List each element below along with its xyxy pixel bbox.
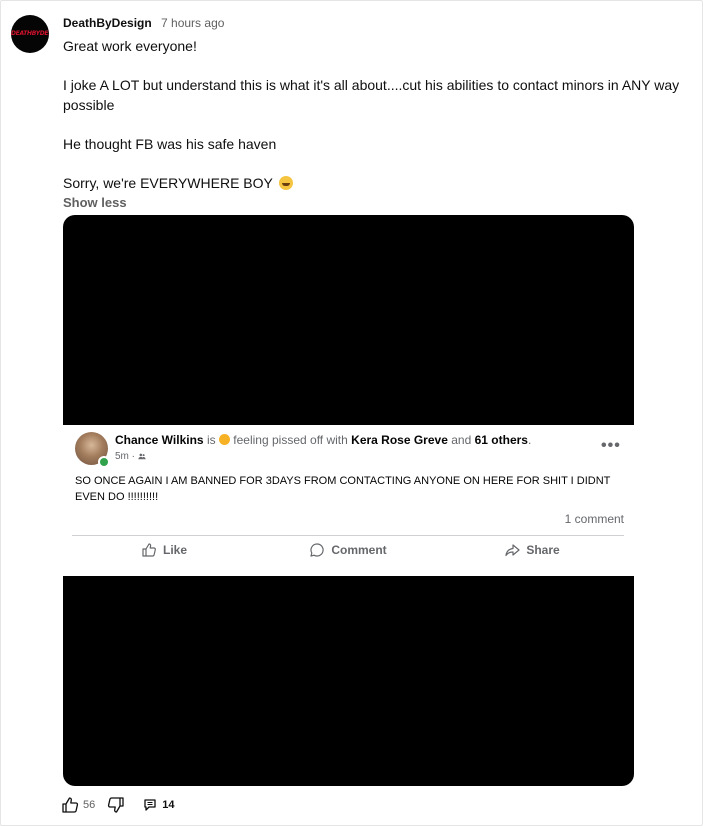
share-arrow-icon <box>505 544 520 557</box>
fb-share-label: Share <box>526 543 560 557</box>
comment-icon <box>144 799 156 811</box>
replies-button[interactable]: 14 <box>143 798 175 812</box>
avatar-logo: DEATHBYDESIGN <box>11 30 49 37</box>
fb-like-button: Like <box>72 537 256 563</box>
laughing-crying-emoji-icon <box>278 176 293 190</box>
show-less-button[interactable]: Show less <box>63 195 127 210</box>
thumbs-down-icon[interactable] <box>107 796 125 814</box>
comment-paragraph-text: Sorry, we're EVERYWHERE BOY <box>63 175 273 191</box>
fb-share-button: Share <box>440 537 624 563</box>
fb-post-meta: 5m · <box>115 451 146 462</box>
fb-like-label: Like <box>162 543 187 557</box>
comment-paragraph: Sorry, we're EVERYWHERE BOY <box>63 173 699 193</box>
angry-face-emoji-icon <box>218 434 230 445</box>
fb-poster-name: Chance Wilkins <box>115 433 204 447</box>
comment-paragraph: Great work everyone! <box>63 38 197 54</box>
fb-others-text: 61 others <box>474 433 528 447</box>
fb-feeling-text: feeling pissed off with <box>233 433 348 447</box>
comment-header: DeathByDesign 7 hours ago <box>63 16 224 30</box>
friends-icon <box>138 453 146 460</box>
comment-paragraph: I joke A LOT but understand this is what… <box>63 77 680 113</box>
comment-paragraph: He thought FB was his safe haven <box>63 136 277 152</box>
attached-image[interactable]: Chance Wilkins is feeling pissed off wit… <box>63 215 634 786</box>
fb-post-text: SO ONCE AGAIN I AM BANNED FOR 3DAYS FROM… <box>75 475 611 503</box>
speech-bubble-icon <box>310 543 324 557</box>
fb-comment-label: Comment <box>331 543 387 557</box>
comment-body: Great work everyone! I joke A LOT but un… <box>63 36 699 193</box>
thumbs-up-outline-icon <box>142 543 156 557</box>
fb-comment-button: Comment <box>256 537 440 563</box>
fb-post-header: Chance Wilkins is feeling pissed off wit… <box>115 433 532 447</box>
avatar[interactable]: DEATHBYDESIGN <box>11 15 49 53</box>
reply-count: 14 <box>162 799 175 811</box>
fb-action-bar: Like Comment Share <box>72 537 624 563</box>
thumbs-up-icon[interactable] <box>61 796 79 814</box>
online-status-dot <box>98 456 110 468</box>
fb-divider <box>72 535 624 536</box>
like-count: 56 <box>83 799 96 811</box>
ellipsis-icon: ••• <box>601 437 621 454</box>
author-name[interactable]: DeathByDesign <box>63 16 152 30</box>
fb-post-screenshot: Chance Wilkins is feeling pissed off wit… <box>63 425 634 576</box>
fb-post-time: 5m · <box>115 451 135 462</box>
fb-tagged-name: Kera Rose Greve <box>351 433 448 447</box>
comment-action-bar: 56 14 <box>61 795 175 815</box>
fb-and-text: and <box>451 433 472 447</box>
fb-is-text: is <box>206 433 216 447</box>
comment-timestamp[interactable]: 7 hours ago <box>161 16 224 30</box>
fb-comment-count: 1 comment <box>564 512 624 526</box>
